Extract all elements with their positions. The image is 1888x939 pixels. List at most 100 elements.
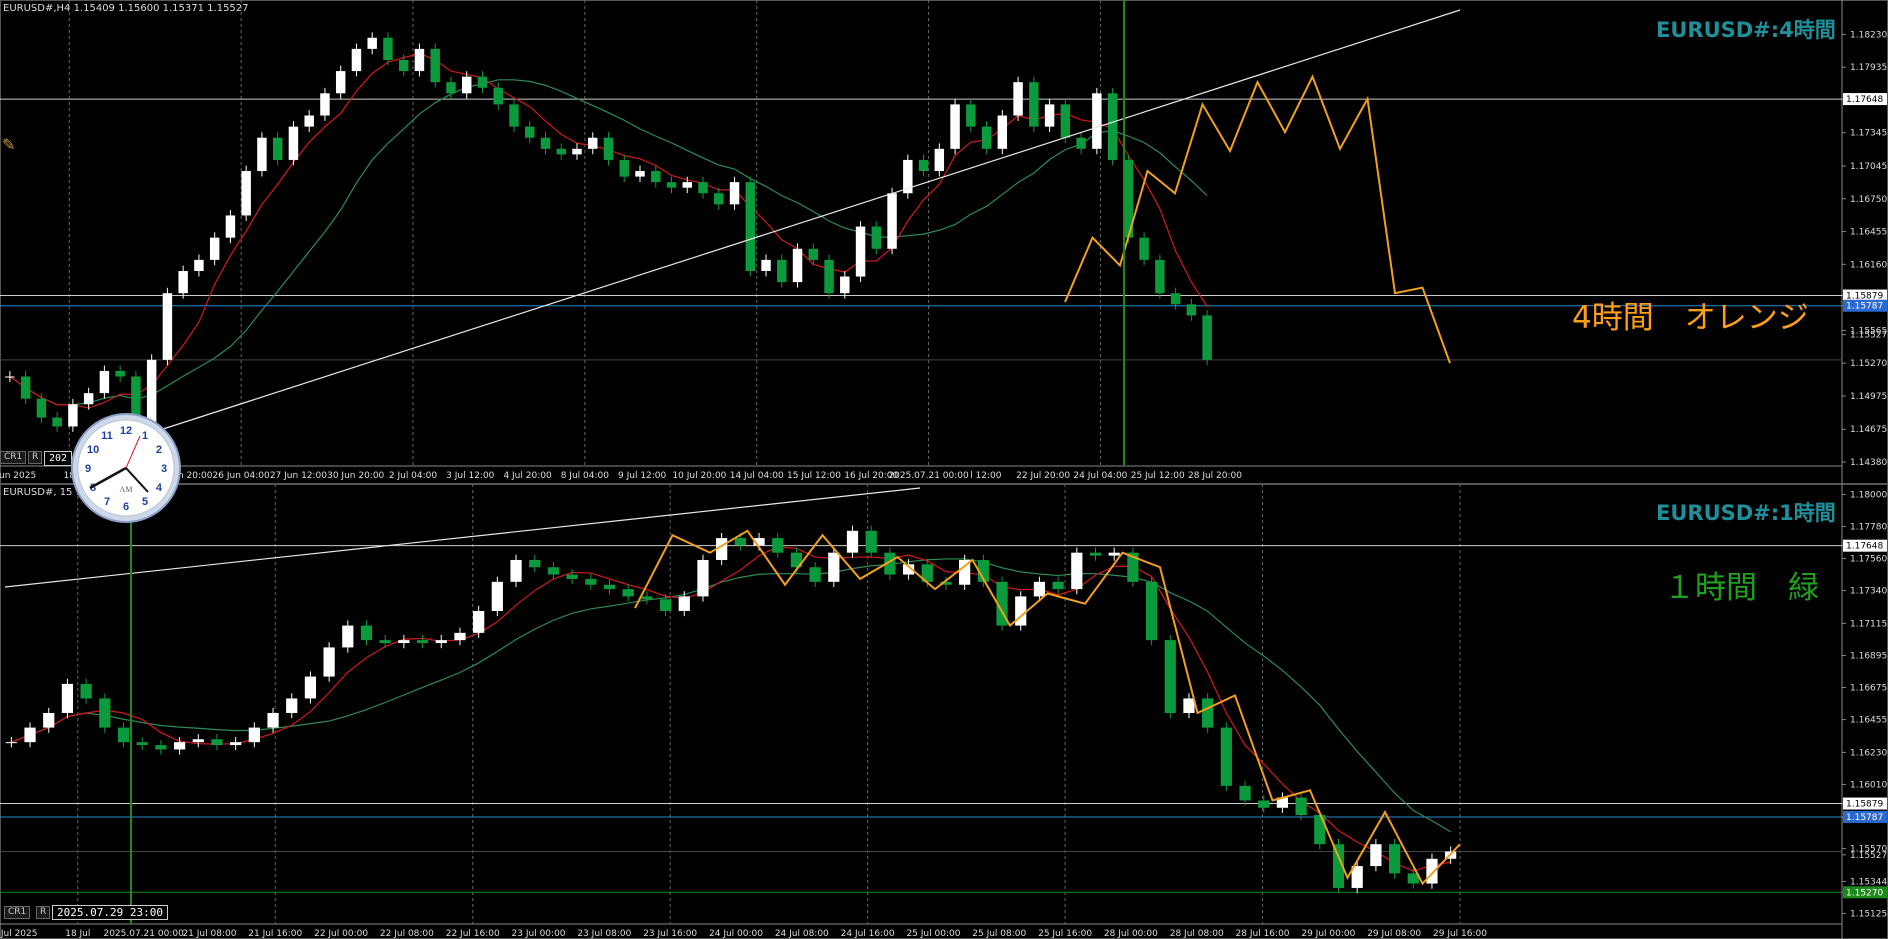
- time-tick-label: 23 Jul 08:00: [577, 929, 631, 939]
- time-tick-label: 22 Jul 08:00: [380, 929, 434, 939]
- time-tick-label: 21 Jul 16:00: [248, 929, 302, 939]
- candle-body: [1089, 552, 1102, 556]
- clock-number: 11: [101, 430, 113, 442]
- time-tick-label: 8 Jul 04:00: [561, 471, 610, 481]
- time-tick-label: 30 Jun 20:00: [327, 471, 384, 481]
- candle-body: [209, 237, 220, 260]
- candle-body: [603, 584, 616, 590]
- time-tick-label: 24 Jul 08:00: [775, 929, 829, 939]
- candle-body: [5, 742, 17, 744]
- price-badge-label: 1.15879: [1846, 800, 1883, 810]
- price-badge-label: 1.17648: [1846, 95, 1883, 105]
- candle-body: [846, 530, 859, 553]
- price-tick-label: 1.16230: [1850, 748, 1887, 758]
- candle-body: [865, 530, 877, 553]
- candle-body: [36, 398, 47, 418]
- candle-body: [1107, 93, 1118, 160]
- tool-icon[interactable]: ✎: [2, 135, 15, 154]
- clock-number: 1: [142, 430, 148, 442]
- candle-body: [248, 727, 260, 743]
- candle-body: [588, 137, 598, 149]
- candle-body: [225, 215, 236, 238]
- candle-body: [416, 640, 429, 644]
- h4-tab-cr1[interactable]: CR1: [0, 451, 27, 464]
- candle-body: [509, 104, 519, 127]
- time-tick-label: 9 Jul 12:00: [618, 471, 667, 481]
- candle-body: [267, 713, 279, 728]
- candle-body: [192, 739, 204, 743]
- h1-datebox: 2025.07.29 23:00: [52, 905, 168, 920]
- clock-widget: 12 1234567891011AM: [71, 413, 181, 523]
- candle-body: [792, 248, 803, 283]
- candle-body: [414, 48, 425, 72]
- candle-body: [162, 293, 173, 360]
- price-tick-label: 1.18000: [1850, 490, 1887, 500]
- candle-body: [761, 259, 771, 271]
- price-tick-label: 1.16675: [1850, 684, 1887, 694]
- clock-number: 10: [87, 444, 99, 456]
- candle-body: [887, 193, 897, 249]
- candle-body: [777, 259, 787, 283]
- candle-body: [556, 148, 566, 155]
- candle-body: [809, 567, 821, 582]
- candle-body: [335, 71, 346, 94]
- candle-body: [1370, 844, 1382, 867]
- price-tick-label: 1.15270: [1850, 359, 1887, 369]
- candle-body: [1145, 581, 1158, 641]
- candle-body: [320, 93, 330, 116]
- price-tick-label: 1.17780: [1850, 522, 1887, 532]
- candle-body: [461, 76, 472, 94]
- candle-body: [1044, 104, 1055, 127]
- candle-body: [828, 552, 840, 582]
- time-tick-label: 4 Jul 20:00: [503, 471, 552, 481]
- candle-body: [1202, 315, 1212, 360]
- candle-body: [855, 226, 866, 277]
- candle-body: [1013, 82, 1023, 116]
- time-tick-label: 28 Jul 00:00: [1104, 929, 1158, 939]
- time-tick-label: 29 Jul 16:00: [1433, 929, 1487, 939]
- candle-body: [745, 182, 756, 271]
- candle-body: [178, 270, 188, 294]
- candle-body: [510, 559, 522, 582]
- candle-body: [1029, 82, 1039, 127]
- h1-chart-panel[interactable]: 18 Jul 202518 Jul2025.07.21 00:0021 Jul …: [0, 484, 1888, 939]
- candle-body: [304, 115, 314, 127]
- h4-tab-r[interactable]: R: [28, 451, 43, 464]
- price-tick-label: 1.15527: [1850, 851, 1887, 861]
- h1-tab-r[interactable]: R: [36, 906, 51, 919]
- candle-body: [99, 370, 110, 394]
- candle-body: [473, 610, 485, 633]
- price-tick-label: 1.16010: [1850, 780, 1887, 790]
- time-tick-label: 23 Jul 00:00: [512, 929, 566, 939]
- candle-body: [651, 171, 661, 183]
- h4-chart-canvas[interactable]: 7 Jun 20251823 Jun 12:0024 Jun 20:0026 J…: [0, 0, 1888, 484]
- clock-number: 3: [161, 463, 167, 475]
- price-tick-label: 1.14675: [1850, 425, 1887, 435]
- candle-body: [1015, 596, 1027, 626]
- time-tick-label: 7 Jun 2025: [0, 471, 36, 481]
- time-tick-label: 2025.07.21 00:00: [103, 929, 184, 939]
- h1-label: EURUSD#:1時間: [1656, 501, 1836, 525]
- price-tick-label: 1.17345: [1850, 129, 1887, 139]
- time-tick-label: 24 Jul 00:00: [709, 929, 763, 939]
- candle-body: [659, 599, 672, 611]
- time-tick-label: 28 Jul 16:00: [1236, 929, 1290, 939]
- h1-chart-canvas[interactable]: 18 Jul 202518 Jul2025.07.21 00:0021 Jul …: [0, 484, 1888, 939]
- price-tick-label: 1.17935: [1850, 63, 1887, 73]
- time-tick-label: 22 Jul 00:00: [314, 929, 368, 939]
- h4-chart-panel[interactable]: 7 Jun 20251823 Jun 12:0024 Jun 20:0026 J…: [0, 0, 1888, 484]
- h4-pane-title: EURUSD#,H4 1.15409 1.15600 1.15371 1.155…: [3, 3, 249, 14]
- candle-body: [83, 393, 94, 405]
- candle-body: [173, 742, 186, 750]
- candle-body: [1426, 858, 1438, 884]
- price-tick-label: 1.14975: [1850, 392, 1887, 402]
- time-tick-label: 25 Jul 12:00: [1131, 471, 1185, 481]
- candle-body: [1202, 698, 1214, 728]
- price-badge-label: 1.15787: [1846, 302, 1883, 312]
- h1-tab-cr1[interactable]: CR1: [4, 906, 31, 919]
- candle-body: [635, 171, 645, 177]
- candle-body: [493, 87, 503, 105]
- candle-body: [383, 37, 393, 60]
- candle-body: [1186, 304, 1197, 316]
- candle-body: [351, 48, 362, 72]
